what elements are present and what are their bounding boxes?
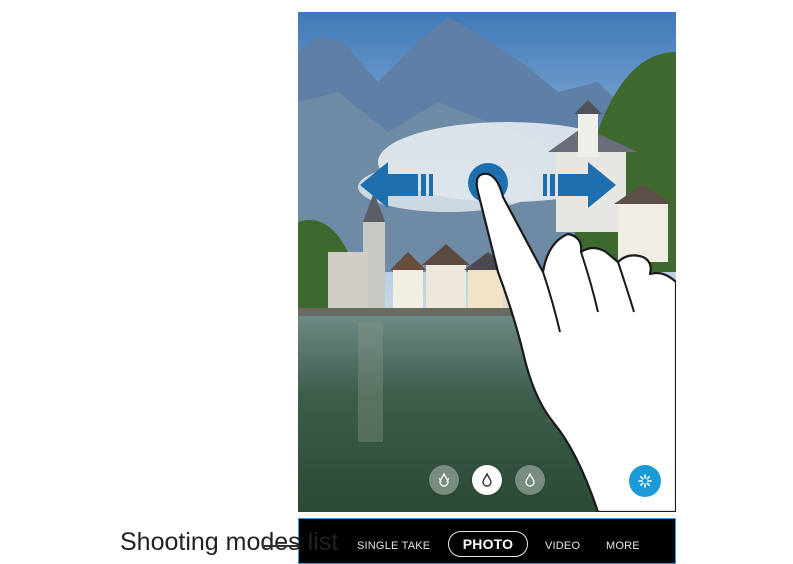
scene-image [298, 12, 676, 512]
callout-line [262, 545, 298, 547]
camera-viewfinder[interactable] [298, 12, 676, 512]
mode-more[interactable]: MORE [606, 540, 640, 552]
mode-video[interactable]: VIDEO [545, 540, 580, 552]
mode-photo[interactable]: PHOTO [448, 531, 528, 557]
modes-bar: SINGLE TAKE PHOTO VIDEO MORE [299, 519, 675, 563]
mode-single-take[interactable]: SINGLE TAKE [357, 540, 430, 552]
effects-button[interactable] [629, 465, 661, 497]
filter-effect-button[interactable] [429, 465, 459, 495]
shutter-effect-icon [638, 474, 652, 488]
filter-effect-button[interactable] [515, 465, 545, 495]
callout-label: Shooting modes list [120, 528, 339, 556]
shooting-modes-list[interactable]: SINGLE TAKE PHOTO VIDEO MORE [298, 518, 676, 564]
filter-effect-icon [438, 472, 450, 487]
filter-effect-button[interactable] [472, 465, 502, 495]
filter-effect-icon [482, 472, 492, 487]
filter-effect-icon [525, 472, 535, 487]
